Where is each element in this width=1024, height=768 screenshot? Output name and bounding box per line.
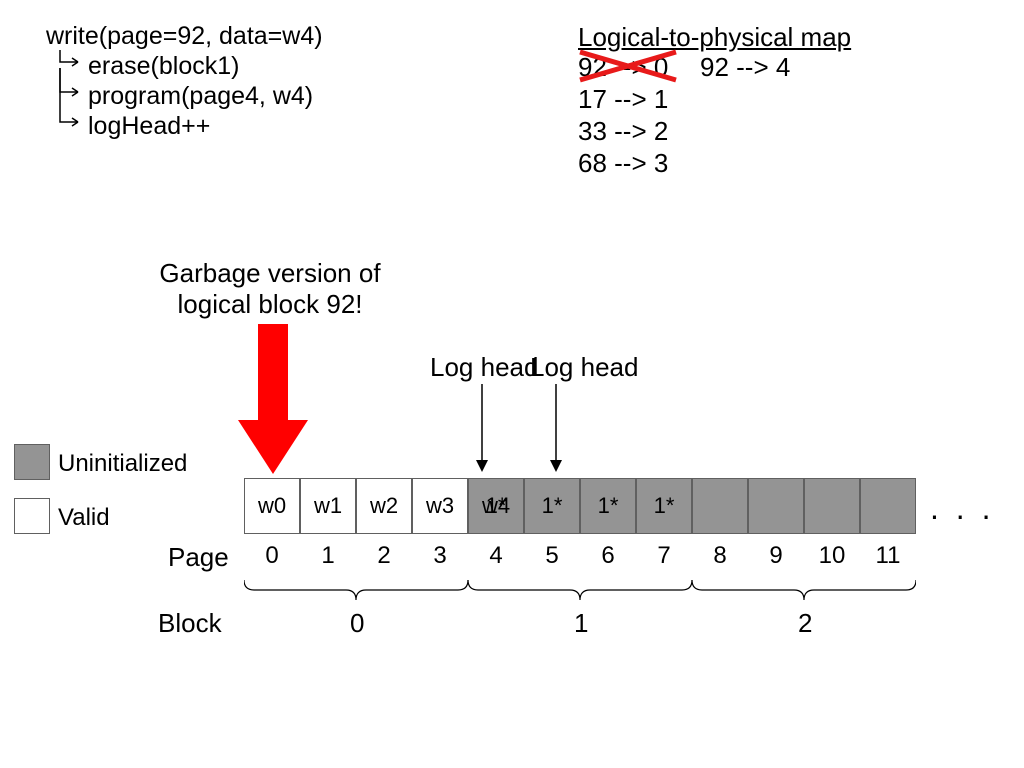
code-loghead: logHead++ bbox=[88, 112, 210, 141]
page-num-0: 0 bbox=[244, 542, 300, 570]
page-cell-0: w0 bbox=[244, 478, 300, 534]
page-num-5: 5 bbox=[524, 542, 580, 570]
page-cell-5: 1* bbox=[524, 478, 580, 534]
page-cell-7: 1* bbox=[636, 478, 692, 534]
block-num-0: 0 bbox=[350, 608, 364, 639]
page-num-6: 6 bbox=[580, 542, 636, 570]
crossout-icon bbox=[576, 46, 686, 86]
legend-label-uninit: Uninitialized bbox=[58, 450, 187, 478]
page-num-11: 11 bbox=[860, 542, 916, 570]
page-num-7: 7 bbox=[636, 542, 692, 570]
loghead-label-1: Log head bbox=[430, 352, 538, 383]
block-num-2: 2 bbox=[798, 608, 812, 639]
code-erase: erase(block1) bbox=[88, 52, 239, 81]
sub-arrow-icon bbox=[58, 68, 84, 132]
code-program: program(page4, w4) bbox=[88, 82, 313, 111]
page-num-8: 8 bbox=[692, 542, 748, 570]
ellipsis: . . . bbox=[930, 490, 994, 527]
map-entry-3: 68 --> 3 bbox=[578, 148, 668, 179]
loghead-arrow-icon bbox=[472, 384, 492, 474]
page-cell-10 bbox=[804, 478, 860, 534]
map-entry-2: 33 --> 2 bbox=[578, 116, 668, 147]
page-cell-1: w1 bbox=[300, 478, 356, 534]
loghead-label-2: Log head bbox=[530, 352, 638, 383]
red-arrow-icon bbox=[238, 324, 308, 474]
loghead-arrow-icon bbox=[546, 384, 566, 474]
map-entry-0b: 92 --> 4 bbox=[700, 52, 790, 83]
code-write: write(page=92, data=w4) bbox=[46, 22, 323, 51]
page-num-10: 10 bbox=[804, 542, 860, 570]
block-braces bbox=[244, 576, 916, 612]
map-entry-1: 17 --> 1 bbox=[578, 84, 668, 115]
page-cell-2: w2 bbox=[356, 478, 412, 534]
page-numbers: 0 1 2 3 4 5 6 7 8 9 10 11 bbox=[244, 542, 916, 570]
page-cell-4: w4 1* bbox=[468, 478, 524, 534]
block-num-1: 1 bbox=[574, 608, 588, 639]
page-label: Page bbox=[168, 542, 229, 573]
legend-label-valid: Valid bbox=[58, 504, 110, 532]
page-num-1: 1 bbox=[300, 542, 356, 570]
page-num-3: 3 bbox=[412, 542, 468, 570]
page-num-9: 9 bbox=[748, 542, 804, 570]
cell4-text-b: 1* bbox=[486, 493, 507, 519]
garbage-line1: Garbage version of bbox=[140, 258, 400, 289]
page-row: w0 w1 w2 w3 w4 1* 1* 1* 1* bbox=[244, 478, 916, 534]
page-cell-9 bbox=[748, 478, 804, 534]
page-num-2: 2 bbox=[356, 542, 412, 570]
garbage-annotation: Garbage version of logical block 92! bbox=[140, 258, 400, 320]
garbage-line2: logical block 92! bbox=[140, 289, 400, 320]
page-num-4: 4 bbox=[468, 542, 524, 570]
page-cell-8 bbox=[692, 478, 748, 534]
legend-swatch-valid bbox=[14, 498, 50, 534]
page-cell-6: 1* bbox=[580, 478, 636, 534]
page-cell-11 bbox=[860, 478, 916, 534]
page-cell-3: w3 bbox=[412, 478, 468, 534]
legend-swatch-uninit bbox=[14, 444, 50, 480]
block-label: Block bbox=[158, 608, 222, 639]
